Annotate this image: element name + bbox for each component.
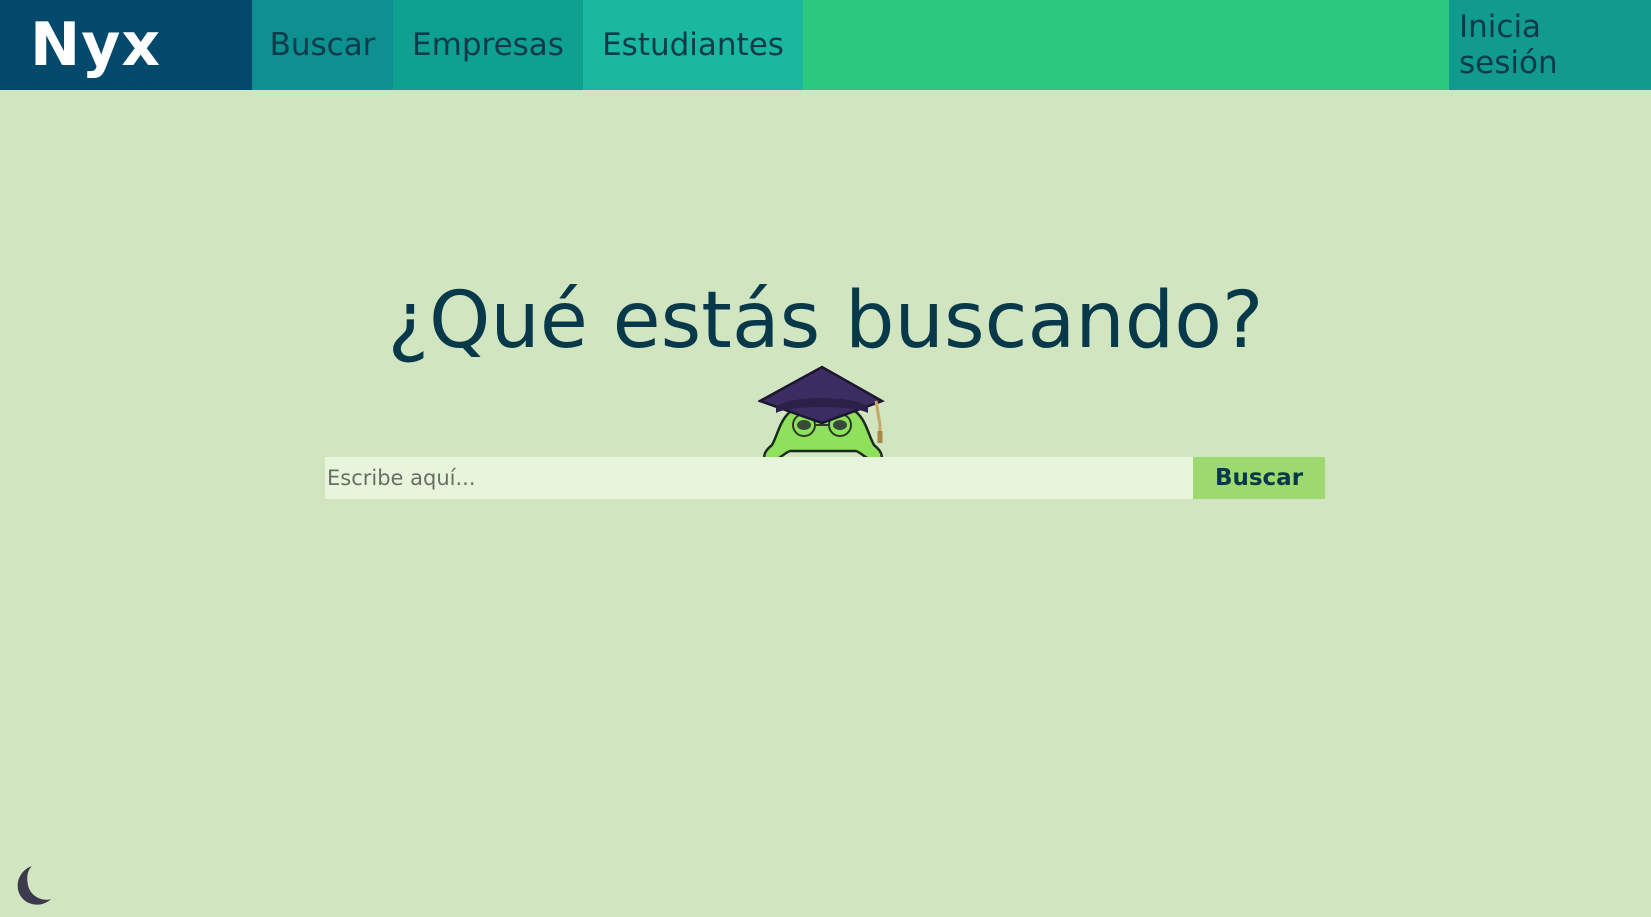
login-link[interactable]: Inicia sesión — [1449, 0, 1651, 90]
graduate-frog-mascot-icon — [758, 365, 885, 463]
nav-item-empresas[interactable]: Empresas — [393, 0, 583, 90]
moon-icon[interactable] — [6, 862, 54, 910]
site-logo[interactable]: Nyx — [0, 0, 252, 90]
search-button[interactable]: Buscar — [1193, 457, 1325, 499]
nav-item-estudiantes[interactable]: Estudiantes — [583, 0, 803, 90]
top-navbar: Nyx Buscar Empresas Estudiantes Inicia s… — [0, 0, 1651, 90]
page-title: ¿Qué estás buscando? — [387, 276, 1264, 366]
search-input[interactable] — [325, 457, 1193, 499]
nav-item-buscar[interactable]: Buscar — [252, 0, 393, 90]
navbar-spacer — [803, 0, 1449, 90]
